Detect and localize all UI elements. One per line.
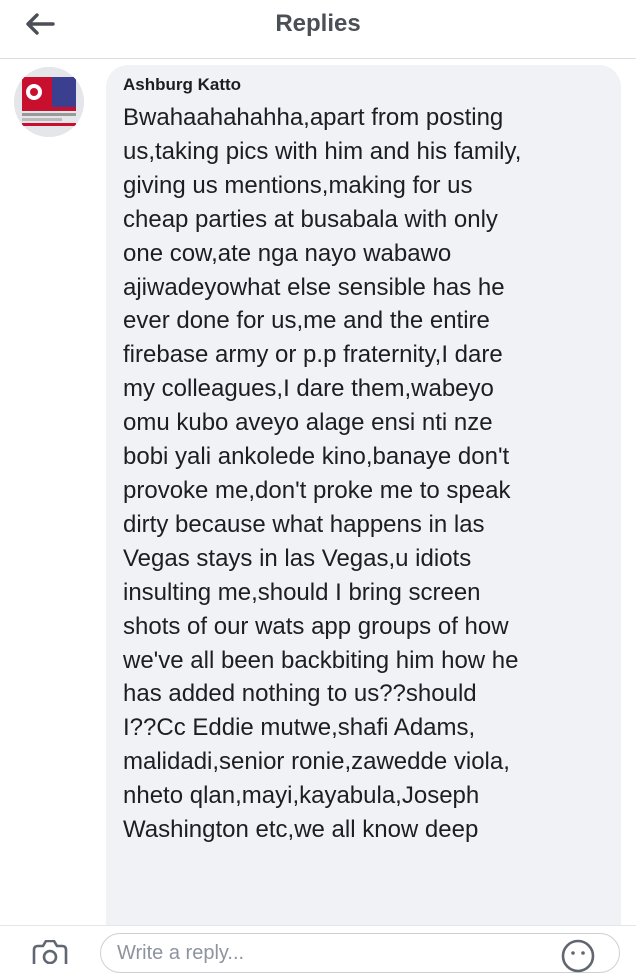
comment-bubble[interactable]: Ashburg Katto Bwahaahahahha,apart from p… (106, 65, 621, 925)
page-title: Replies (275, 10, 361, 37)
comment-line: provoke me,don't proke me to speak (123, 476, 511, 504)
comment-line: nheto qlan,mayi,kayabula,Joseph (123, 782, 480, 810)
comment-line: us,taking pics with him and his family, (123, 137, 522, 165)
reply-composer (0, 925, 636, 973)
comment-line: bobi yali ankolede kino,banaye don't (123, 443, 510, 471)
comment-line: dirty because what happens in las (123, 510, 485, 538)
comment-line: has added nothing to us??should (123, 680, 477, 708)
comment-line: shots of our wats app groups of how (123, 612, 509, 640)
comment-line: cheap parties at busabala with only (123, 205, 498, 233)
comment-line: Washington etc,we all know deep (123, 816, 479, 844)
comment-line: one cow,ate nga nayo wabawo (123, 239, 452, 267)
comment-line: omu kubo aveyo alage ensi nti nze (123, 409, 493, 437)
comment-line: I??Cc Eddie mutwe,shafi Adams, (123, 714, 476, 742)
comment-text: Bwahaahahahha,apart from posting us,taki… (123, 101, 613, 847)
comment-thread: Ashburg Katto Bwahaahahahha,apart from p… (0, 59, 636, 925)
camera-icon[interactable] (30, 940, 70, 964)
comment-author[interactable]: Ashburg Katto (123, 75, 241, 95)
emoji-icon[interactable] (560, 938, 596, 974)
comment-line: ever done for us,me and the entire (123, 307, 490, 335)
comment-line: my colleagues,I dare them,wabeyo (123, 375, 494, 403)
comment-line: we've all been backbiting him how he (123, 646, 519, 674)
profile-picture (14, 67, 84, 137)
comment-line: malidadi,senior ronie,zawedde viola, (123, 748, 510, 776)
comment-line: firebase army or p.p fraternity,I dare (123, 341, 503, 369)
top-bar: Replies (0, 0, 636, 59)
comment-line: Vegas stays in las Vegas,u idiots (123, 544, 472, 572)
comment-line: insulting me,should I bring screen (123, 578, 481, 606)
avatar[interactable] (14, 67, 84, 137)
comment-line: Bwahaahahahha,apart from posting (123, 104, 504, 131)
reply-input[interactable] (100, 933, 620, 973)
comment-line: giving us mentions,making for us (123, 171, 473, 199)
comment-line: ajiwadeyowhat else sensible has he (123, 273, 505, 301)
